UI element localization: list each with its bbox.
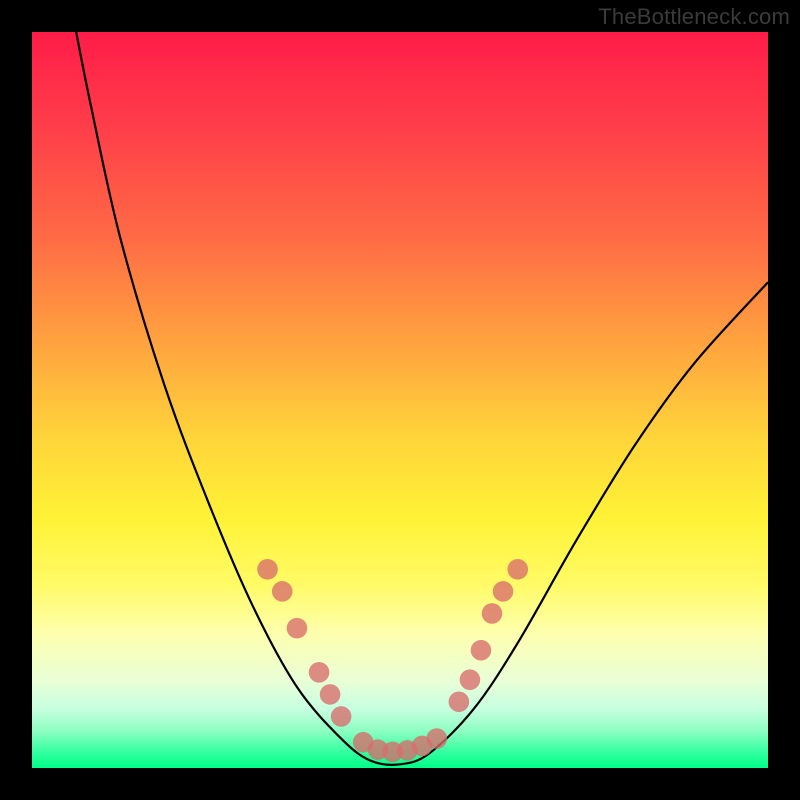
dots-group	[257, 559, 528, 762]
data-dot	[460, 669, 481, 690]
data-dot	[257, 559, 278, 580]
bottleneck-curve	[76, 32, 768, 765]
data-dot	[309, 662, 330, 683]
data-dot	[482, 603, 503, 624]
chart-frame: TheBottleneck.com	[0, 0, 800, 800]
data-dot	[287, 618, 308, 639]
data-dot	[493, 581, 514, 602]
chart-svg	[32, 32, 768, 768]
data-dot	[272, 581, 293, 602]
data-dot	[320, 684, 341, 705]
plot-area	[32, 32, 768, 768]
data-dot	[507, 559, 528, 580]
data-dot	[426, 728, 447, 749]
watermark-text: TheBottleneck.com	[598, 4, 790, 30]
data-dot	[471, 640, 492, 661]
data-dot	[331, 706, 352, 727]
data-dot	[449, 691, 470, 712]
